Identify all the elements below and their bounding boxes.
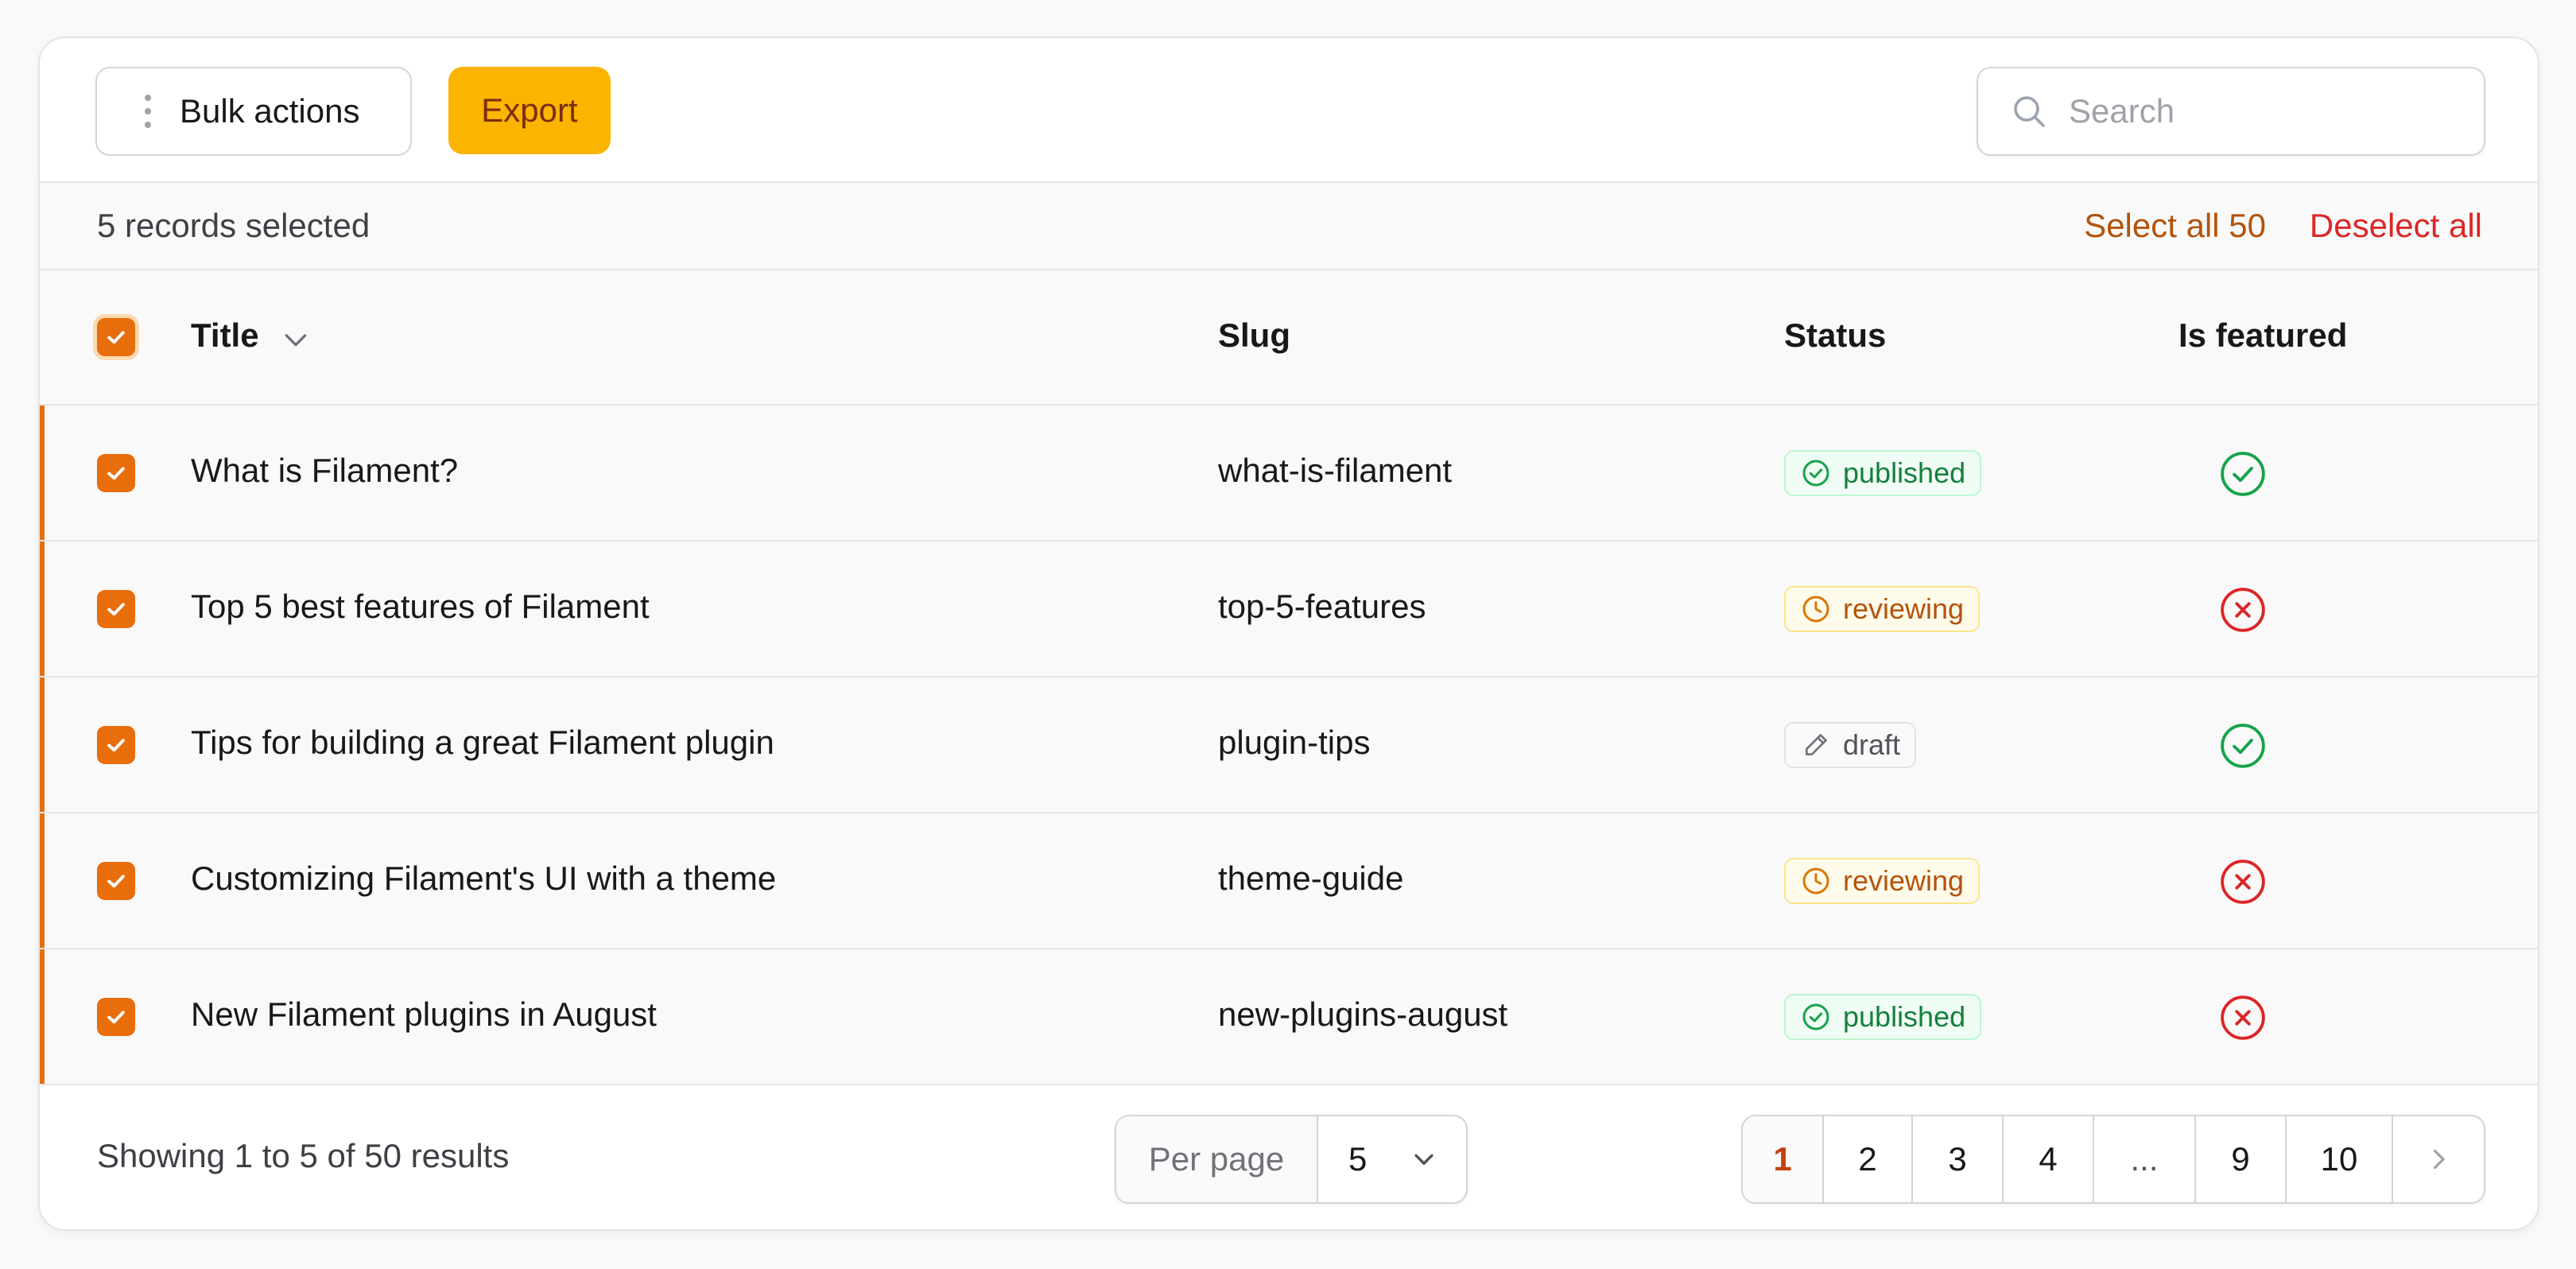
status-badge: reviewing — [1784, 858, 1980, 904]
search-icon — [2014, 96, 2045, 127]
cell-title: New Filament plugins in August — [191, 995, 657, 1033]
table-row[interactable]: Customizing Filament's UI with a theme th… — [40, 813, 2538, 949]
per-page-label: Per page — [1116, 1116, 1318, 1202]
status-badge: published — [1784, 994, 1982, 1040]
selection-indicator: 5 records selected Select all 50 Deselec… — [40, 183, 2538, 270]
check-circle-icon — [1802, 460, 1829, 487]
table-row[interactable]: Tips for building a great Filament plugi… — [40, 677, 2538, 813]
row-checkbox[interactable] — [97, 726, 135, 764]
row-checkbox[interactable] — [97, 862, 135, 900]
cell-title: Tips for building a great Filament plugi… — [191, 724, 774, 761]
check-icon — [107, 739, 125, 752]
selected-row-indicator — [40, 949, 45, 1084]
cell-slug: top-5-features — [1218, 588, 1426, 625]
cell-title: Top 5 best features of Filament — [191, 588, 650, 625]
vertical-dots-icon — [140, 95, 156, 128]
chevron-right-icon — [2433, 1149, 2445, 1170]
x-circle-icon — [2221, 995, 2265, 1040]
page-ellipsis: ... — [2094, 1116, 2196, 1202]
pencil-icon — [1806, 734, 1827, 755]
clock-icon — [1802, 867, 1829, 895]
page-button-1[interactable]: 1 — [1743, 1116, 1824, 1202]
status-badge: published — [1784, 450, 1982, 496]
x-circle-icon — [2221, 860, 2265, 904]
selected-count: 5 records selected — [97, 207, 370, 244]
cell-slug: what-is-filament — [1218, 452, 1453, 489]
table-footer: Showing 1 to 5 of 50 results Per page 5 … — [40, 1086, 2538, 1229]
select-all-link[interactable]: Select all 50 — [2084, 207, 2266, 245]
check-icon — [107, 331, 125, 344]
selected-row-indicator — [40, 813, 45, 948]
check-icon — [107, 875, 125, 888]
cell-slug: theme-guide — [1218, 860, 1404, 897]
table-row[interactable]: Top 5 best features of Filament top-5-fea… — [40, 541, 2538, 677]
column-header-title[interactable]: Title — [191, 316, 259, 355]
check-icon — [107, 603, 125, 616]
table-card: Bulk actions Export 5 records selected S… — [38, 37, 2539, 1231]
clock-icon — [1802, 596, 1829, 623]
table-row[interactable]: What is Filament? what-is-filament publish… — [40, 406, 2538, 541]
check-icon — [107, 1011, 125, 1024]
table-toolbar: Bulk actions Export — [40, 38, 2538, 183]
check-circle-icon — [1802, 1003, 1829, 1030]
per-page-select[interactable]: Per page 5 — [1115, 1115, 1468, 1204]
status-badge-label: draft — [1843, 728, 1901, 761]
table-header: Title Slug Status Is featured — [40, 270, 2538, 406]
page-button-9[interactable]: 9 — [2196, 1116, 2287, 1202]
column-header-status: Status — [1784, 316, 1887, 354]
check-circle-icon — [2221, 724, 2265, 768]
results-summary: Showing 1 to 5 of 50 results — [97, 1137, 510, 1174]
column-header-is-featured: Is featured — [2178, 316, 2348, 354]
status-badge-label: published — [1843, 1000, 1966, 1033]
table-row[interactable]: New Filament plugins in August new-plugin… — [40, 949, 2538, 1085]
status-badge-label: published — [1843, 456, 1966, 489]
deselect-all-link[interactable]: Deselect all — [2310, 207, 2482, 245]
check-icon — [107, 467, 125, 480]
bulk-actions-button[interactable]: Bulk actions — [95, 67, 412, 156]
next-page-button[interactable] — [2393, 1116, 2484, 1202]
page-button-4[interactable]: 4 — [2004, 1116, 2094, 1202]
pagination: 1 2 3 4 ... 9 10 — [1741, 1115, 2485, 1204]
search-input[interactable] — [2069, 92, 2450, 130]
page-button-2[interactable]: 2 — [1824, 1116, 1913, 1202]
search-box[interactable] — [1977, 67, 2485, 156]
bulk-actions-label: Bulk actions — [180, 92, 360, 130]
column-header-slug: Slug — [1218, 316, 1290, 354]
status-badge-label: reviewing — [1843, 592, 1965, 625]
status-badge: draft — [1784, 722, 1917, 768]
row-checkbox[interactable] — [97, 590, 135, 628]
export-label: Export — [481, 91, 578, 129]
chevron-down-icon[interactable] — [280, 328, 312, 351]
row-checkbox[interactable] — [97, 998, 135, 1036]
cell-slug: plugin-tips — [1218, 724, 1371, 761]
check-circle-icon — [2221, 452, 2265, 496]
page-button-10[interactable]: 10 — [2287, 1116, 2393, 1202]
cell-title: Customizing Filament's UI with a theme — [191, 860, 777, 897]
selected-row-indicator — [40, 406, 45, 540]
row-checkbox[interactable] — [97, 454, 135, 492]
export-button[interactable]: Export — [448, 67, 611, 154]
status-badge: reviewing — [1784, 586, 1980, 632]
page-button-3[interactable]: 3 — [1913, 1116, 2004, 1202]
status-badge-label: reviewing — [1843, 864, 1965, 897]
per-page-dropdown[interactable]: 5 — [1318, 1116, 1466, 1202]
selected-row-indicator — [40, 677, 45, 812]
cell-slug: new-plugins-august — [1218, 995, 1508, 1033]
cell-title: What is Filament? — [191, 452, 459, 489]
x-circle-icon — [2221, 588, 2265, 632]
selected-row-indicator — [40, 541, 45, 676]
per-page-value: 5 — [1348, 1140, 1368, 1178]
select-all-checkbox[interactable] — [97, 318, 135, 356]
chevron-down-icon — [1414, 1154, 1433, 1165]
